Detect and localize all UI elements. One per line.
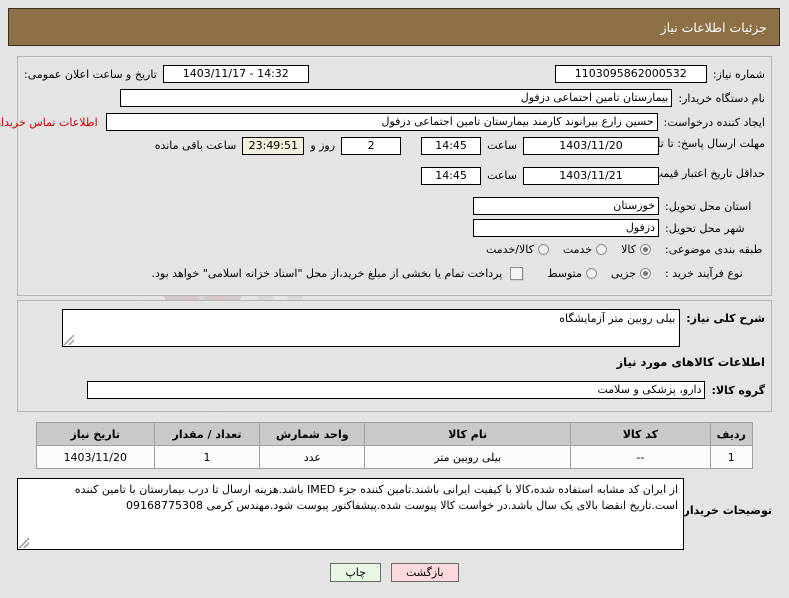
- radio-icon[interactable]: [596, 244, 608, 255]
- cell-row-no: 1: [709, 445, 754, 469]
- buyer-notes-textarea[interactable]: از ایران کد مشابه استفاده شده،کالا با کی…: [17, 478, 684, 550]
- page-header: جزئیات اطلاعات نیاز: [8, 8, 780, 46]
- need-info-panel: شماره نیاز: 1103095862000532 14:32 - 140…: [0, 56, 772, 296]
- remaining-suffix-label: ساعت باقی مانده: [154, 139, 237, 152]
- deadline-date-field[interactable]: 1403/11/20: [523, 137, 659, 155]
- price-validity-date-field[interactable]: 1403/11/21: [523, 167, 659, 185]
- buyer-contact-link[interactable]: اطلاعات تماس خریدار: [0, 116, 98, 129]
- buyer-org-label: نام دستگاه خریدار:: [678, 91, 765, 105]
- radio-icon[interactable]: [537, 244, 549, 255]
- cell-unit: عدد: [259, 445, 366, 469]
- process-type-option-minor-label: جزیی: [610, 267, 636, 280]
- goods-group-field[interactable]: دارو، پزشکی و سلامت: [87, 381, 706, 399]
- deadline-hour-label: ساعت: [487, 139, 517, 152]
- need-number-field[interactable]: 1103095862000532: [554, 65, 707, 83]
- column-header-date: تاریخ نیاز: [36, 422, 155, 446]
- resize-grip-icon[interactable]: [19, 538, 29, 548]
- price-validity-time-field[interactable]: 14:45: [421, 167, 482, 185]
- classification-option-goods-service-label: کالا/خدمت: [486, 243, 534, 256]
- buyer-org-field[interactable]: بیمارستان تامین اجتماعی دزفول: [120, 89, 673, 107]
- goods-section-title: اطلاعات کالاهای مورد نیاز: [616, 355, 765, 369]
- goods-group-label: گروه کالا:: [711, 383, 765, 397]
- city-field[interactable]: دزفول: [473, 219, 659, 237]
- description-panel: شرح کلی نیاز: بیلی روبین متر آزمایشگاه ا…: [17, 300, 772, 412]
- cell-quantity: 1: [153, 445, 261, 469]
- classification-label: طبقه بندی موضوعی:: [665, 243, 763, 256]
- treasury-checkbox-option[interactable]: پرداخت تمام یا بخشی از مبلغ خرید،از محل …: [152, 267, 524, 280]
- classification-option-goods-label: کالا: [621, 243, 636, 256]
- classification-option-goods[interactable]: کالا: [621, 243, 651, 256]
- description-label: شرح کلی نیاز:: [686, 312, 765, 325]
- process-type-label: نوع فرآیند خرید :: [665, 267, 743, 280]
- public-announce-label: تاریخ و ساعت اعلان عمومی:: [24, 67, 157, 81]
- deadline-label: مهلت ارسال پاسخ: تا تاریخ:: [638, 137, 765, 150]
- buyer-notes-section: توضیحات خریدار: از ایران کد مشابه استفاد…: [17, 478, 772, 553]
- column-header-row-no: ردیف: [709, 422, 754, 446]
- table-header-row: ردیف کد کالا نام کالا واحد شمارش تعداد /…: [36, 422, 754, 446]
- resize-grip-icon[interactable]: [64, 335, 75, 345]
- process-type-option-medium-label: متوسط: [547, 267, 582, 280]
- public-announce-field[interactable]: 14:32 - 1403/11/17: [162, 65, 309, 83]
- classification-option-service-label: خدمت: [562, 243, 593, 256]
- description-text: بیلی روبین متر آزمایشگاه: [559, 312, 676, 325]
- deadline-time-field[interactable]: 14:45: [421, 137, 482, 155]
- cell-date: 1403/11/20: [36, 445, 155, 469]
- remaining-time-field: 23:49:51: [242, 137, 305, 155]
- column-header-name: نام کالا: [364, 422, 572, 446]
- print-button[interactable]: چاپ: [330, 563, 381, 582]
- column-header-quantity: تعداد / مقدار: [153, 422, 261, 446]
- requester-field[interactable]: حسین زارع بیرانوند کارمند بیمارستان تامی…: [105, 113, 658, 131]
- table-row: 1 -- بیلی روبین متر عدد 1 1403/11/20: [36, 445, 754, 469]
- days-and-label: روز و: [310, 139, 336, 152]
- price-validity-label: حداقل تاریخ اعتبار قیمت: تا تاریخ:: [610, 167, 765, 180]
- classification-option-service[interactable]: خدمت: [562, 243, 608, 256]
- column-header-unit: واحد شمارش: [259, 422, 366, 446]
- radio-icon[interactable]: [585, 268, 597, 279]
- items-table: ردیف کد کالا نام کالا واحد شمارش تعداد /…: [36, 422, 754, 469]
- radio-icon[interactable]: [640, 244, 651, 255]
- radio-icon[interactable]: [640, 268, 651, 279]
- column-header-code: کد کالا: [570, 422, 711, 446]
- buyer-notes-label: توضیحات خریدار:: [679, 504, 772, 517]
- requester-label: ایجاد کننده درخواست:: [663, 115, 765, 129]
- cell-name: بیلی روبین متر: [364, 445, 572, 469]
- checkbox-icon[interactable]: [510, 267, 524, 280]
- back-button[interactable]: بازگشت: [390, 563, 459, 582]
- price-validity-hour-label: ساعت: [487, 169, 517, 182]
- process-type-option-medium[interactable]: متوسط: [547, 267, 597, 280]
- cell-code: --: [570, 445, 711, 469]
- remaining-days-field: 2: [341, 137, 402, 155]
- treasury-checkbox-label: پرداخت تمام یا بخشی از مبلغ خرید،از محل …: [151, 267, 503, 280]
- need-number-label: شماره نیاز:: [712, 67, 765, 81]
- province-label: استان محل تحویل:: [665, 199, 752, 213]
- province-field[interactable]: خوزستان: [473, 197, 659, 215]
- description-textarea[interactable]: بیلی روبین متر آزمایشگاه: [62, 309, 681, 347]
- process-type-option-minor[interactable]: جزیی: [611, 267, 651, 280]
- action-button-bar: بازگشت چاپ: [0, 563, 789, 582]
- city-label: شهر محل تحویل:: [665, 221, 745, 235]
- page-title: جزئیات اطلاعات نیاز: [660, 19, 767, 35]
- buyer-notes-text: از ایران کد مشابه استفاده شده،کالا با کی…: [74, 483, 678, 512]
- classification-option-goods-service[interactable]: کالا/خدمت: [486, 243, 549, 256]
